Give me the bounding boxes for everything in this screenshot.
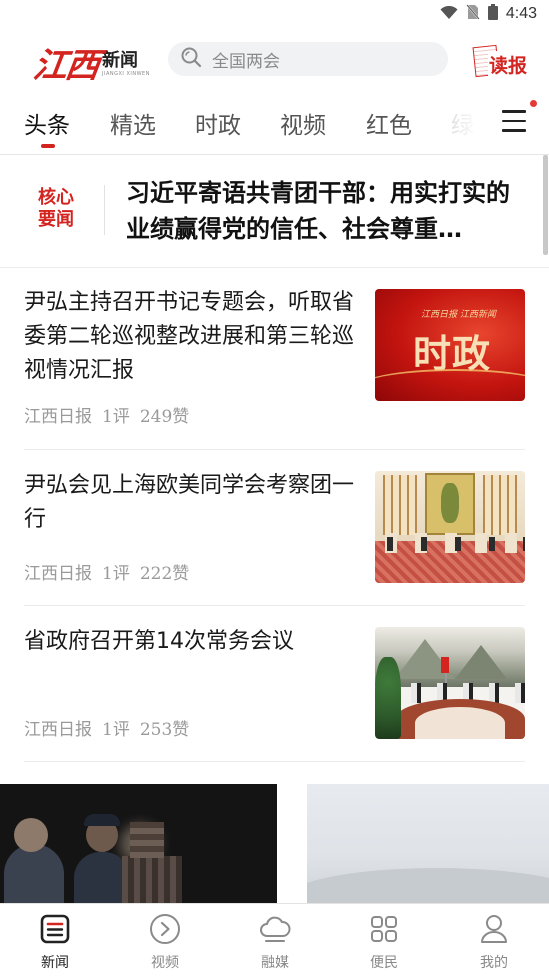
photo-screen-left bbox=[383, 475, 417, 535]
conference-photo bbox=[375, 627, 525, 739]
headline-badge-line2: 要闻 bbox=[38, 209, 74, 230]
video-person-head bbox=[14, 818, 48, 852]
news-likes: 249赞 bbox=[139, 407, 190, 427]
image-card[interactable] bbox=[307, 784, 549, 904]
tab-hongse[interactable]: 红色 bbox=[366, 106, 412, 140]
news-likes: 222赞 bbox=[139, 564, 190, 584]
cloud-icon bbox=[258, 912, 292, 946]
nav-services[interactable]: 便民 bbox=[344, 912, 424, 972]
thumb-small-text: 江西日报 江西新闻 bbox=[421, 310, 496, 320]
photo-people bbox=[375, 537, 525, 551]
status-bar: 4:43 bbox=[0, 0, 549, 30]
tab-jingxuan[interactable]: 精选 bbox=[110, 106, 156, 140]
menu-icon-bar bbox=[502, 119, 526, 123]
no-sim-icon bbox=[466, 4, 480, 24]
headline-text[interactable]: 习近平寄语共青团干部：用实打实的业绩赢得党的信任、社会尊重… bbox=[126, 175, 524, 247]
user-icon bbox=[477, 912, 511, 946]
logo-sub-en: JIANGXI XINWEN bbox=[102, 71, 150, 77]
photo-plant bbox=[375, 657, 401, 739]
news-icon bbox=[38, 912, 72, 946]
video-person bbox=[4, 844, 64, 904]
news-title[interactable]: 尹弘主持召开书记专题会，听取省委第二轮巡视整改进展和第三轮巡视情况汇报 bbox=[24, 286, 366, 388]
logo-main-text: 江西 bbox=[30, 45, 101, 86]
news-source: 江西日报 bbox=[24, 407, 92, 427]
news-title[interactable]: 省政府召开第14次常务会议 bbox=[24, 625, 366, 659]
news-comments: 1评 bbox=[102, 407, 130, 427]
photo-screen-right bbox=[483, 475, 517, 535]
shizheng-thumbnail-image: 江西日报 江西新闻 时政 bbox=[375, 289, 525, 401]
news-thumbnail[interactable] bbox=[375, 627, 525, 739]
tabs-divider bbox=[0, 154, 549, 155]
play-circle-icon bbox=[148, 912, 182, 946]
news-source: 江西日报 bbox=[24, 564, 92, 584]
status-icons: 4:43 bbox=[440, 4, 537, 24]
logo-sub: 新闻 JIANGXI XINWEN bbox=[102, 50, 150, 78]
bottom-navigation: 新闻 视频 融媒 便民 我的 bbox=[0, 903, 549, 976]
tab-toutiao[interactable]: 头条 bbox=[24, 106, 70, 140]
photo-mountain bbox=[455, 645, 507, 679]
video-cap bbox=[84, 814, 120, 826]
nav-profile-label: 我的 bbox=[480, 955, 508, 971]
channel-menu-button[interactable] bbox=[502, 110, 528, 136]
news-thumbnail[interactable] bbox=[375, 471, 525, 583]
news-source: 江西日报 bbox=[24, 720, 92, 740]
notification-dot bbox=[530, 100, 537, 107]
news-comments: 1评 bbox=[102, 720, 130, 740]
headline-divider bbox=[104, 185, 105, 235]
read-paper-button[interactable]: 读报 bbox=[472, 44, 530, 78]
channel-tabs: 头条 精选 时政 视频 红色 绿 bbox=[0, 98, 549, 152]
menu-icon-bar bbox=[502, 129, 526, 132]
app-logo[interactable]: 江西 新闻 JIANGXI XINWEN bbox=[31, 42, 150, 86]
section-divider bbox=[0, 267, 549, 268]
nav-video-label: 视频 bbox=[151, 955, 179, 971]
logo-sub-text: 新闻 bbox=[102, 50, 138, 71]
wifi-icon bbox=[440, 5, 458, 24]
active-tab-indicator bbox=[41, 144, 55, 148]
news-divider bbox=[24, 761, 525, 762]
app-header: 江西 新闻 JIANGXI XINWEN 全国两会 读报 bbox=[0, 34, 549, 90]
news-title[interactable]: 尹弘会见上海欧美同学会考察团一行 bbox=[24, 469, 366, 537]
video-card[interactable] bbox=[0, 784, 277, 904]
search-icon bbox=[180, 46, 202, 72]
video-person-blurred bbox=[122, 856, 182, 904]
meeting-room-photo bbox=[375, 471, 525, 583]
tab-shipin[interactable]: 视频 bbox=[280, 106, 326, 140]
battery-icon bbox=[487, 4, 498, 24]
thumb-decoration bbox=[375, 369, 525, 401]
video-face-blurred bbox=[130, 822, 164, 858]
nav-news[interactable]: 新闻 bbox=[15, 912, 95, 972]
news-thumbnail[interactable]: 江西日报 江西新闻 时政 bbox=[375, 289, 525, 401]
headline-badge-line1: 核心 bbox=[38, 187, 74, 208]
news-meta: 江西日报 1评 222赞 bbox=[24, 559, 189, 584]
news-divider bbox=[24, 605, 525, 606]
news-likes: 253赞 bbox=[139, 720, 190, 740]
nav-profile[interactable]: 我的 bbox=[454, 912, 534, 972]
image-hill bbox=[307, 868, 549, 904]
news-meta: 江西日报 1评 253赞 bbox=[24, 715, 189, 740]
news-meta: 江西日报 1评 249赞 bbox=[24, 402, 189, 427]
tab-shizheng[interactable]: 时政 bbox=[195, 106, 241, 140]
photo-artwork bbox=[425, 473, 475, 535]
news-comments: 1评 bbox=[102, 564, 130, 584]
headline-badge: 核心 要闻 bbox=[38, 187, 88, 231]
search-bar[interactable]: 全国两会 bbox=[168, 42, 448, 76]
search-placeholder: 全国两会 bbox=[212, 51, 280, 72]
nav-media[interactable]: 融媒 bbox=[235, 912, 315, 972]
news-divider bbox=[24, 449, 525, 450]
nav-services-label: 便民 bbox=[370, 955, 398, 971]
nav-video[interactable]: 视频 bbox=[125, 912, 205, 972]
read-paper-label: 读报 bbox=[488, 51, 529, 78]
status-time: 4:43 bbox=[505, 5, 537, 22]
menu-icon bbox=[502, 110, 526, 113]
headline-banner[interactable]: 核心 要闻 习近平寄语共青团干部：用实打实的业绩赢得党的信任、社会尊重… bbox=[0, 165, 549, 261]
tabs-fade bbox=[430, 98, 500, 152]
nav-media-label: 融媒 bbox=[261, 955, 289, 971]
grid-icon bbox=[367, 912, 401, 946]
photo-table-inner bbox=[415, 707, 505, 739]
nav-news-label: 新闻 bbox=[41, 955, 69, 971]
